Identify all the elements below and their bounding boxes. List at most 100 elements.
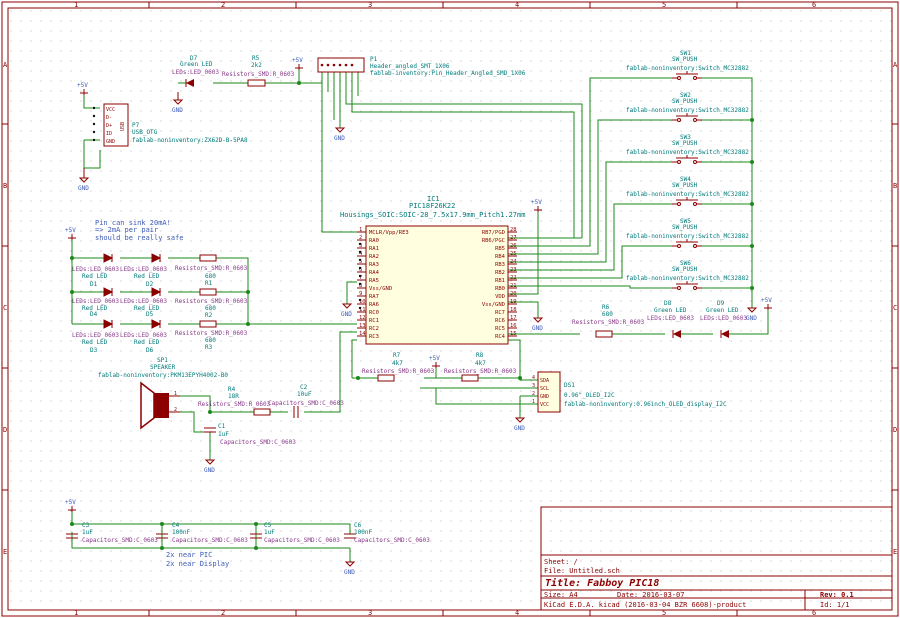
d8-value: Green LED	[654, 307, 687, 314]
c6-ref: C6	[354, 522, 362, 529]
r6-value: 680	[602, 311, 613, 318]
ds1-pin-name: GND	[540, 394, 549, 400]
d3-ref: D3	[90, 347, 98, 354]
gnd-label: GND	[532, 325, 543, 332]
row-label: C	[893, 304, 897, 312]
col-label: 1	[74, 1, 78, 9]
cap-note: 2x near Display	[166, 560, 229, 568]
col-label: 1	[74, 609, 78, 617]
usb-pin-label: D-	[106, 115, 112, 121]
ds1-ref: DS1	[564, 382, 575, 389]
ds1-value: 0.96"_OLED_I2C	[564, 392, 615, 399]
row-label: E	[3, 548, 7, 556]
d9-footprint: LEDs:LED_0603	[700, 315, 747, 322]
power-5v-label: +5V	[77, 82, 88, 89]
ic1-pin-number: 12	[359, 315, 366, 321]
c3-ref: C3	[82, 522, 90, 529]
d2-value: Red LED	[134, 273, 160, 280]
r2-footprint: Resistors_SMD:R_0603	[175, 298, 248, 305]
switch-value: SW_PUSH	[672, 224, 698, 231]
ds1-footprint: fablab-noninventory:0.96inch_OLED_displa…	[564, 401, 727, 408]
col-label: 4	[515, 609, 519, 617]
ic1-pin-number: 2	[359, 235, 362, 241]
c2-ref: C2	[300, 384, 308, 391]
d9-value: Green LED	[706, 307, 739, 314]
d5-footprint: LEDs:LED_0603	[120, 298, 167, 305]
c2-value: 10uF	[297, 391, 312, 398]
ic1-pin-number: 17	[510, 315, 517, 321]
ic1-pin-name: RC1	[369, 318, 379, 324]
ic1-pin-name: MCLR/Vpp/RE3	[369, 230, 409, 236]
title-id: Id: 1/1	[820, 601, 850, 609]
gnd-label: GND	[172, 107, 183, 114]
no-connect-mark	[358, 274, 362, 278]
row-label: E	[893, 548, 897, 556]
ic1-pin-name: RB4	[495, 254, 506, 260]
c5-footprint: Capacitors_SMD:C_0603	[264, 537, 340, 544]
r3-ref: R3	[205, 344, 213, 351]
r2-value: 680	[205, 305, 216, 312]
ic1-pin-name: RC4	[495, 334, 506, 340]
power-5v-label: +5V	[292, 57, 303, 64]
p1-value: Header_angled_SMT_1X06	[370, 63, 450, 70]
r8-value: 4k7	[475, 360, 486, 367]
switch-footprint: fablab-noninventory:Switch_MC32882	[626, 107, 749, 114]
ic1-pin-name: RA4	[369, 270, 380, 276]
r4-ref: R4	[228, 386, 236, 393]
c5-ref: C5	[264, 522, 272, 529]
p1-footprint: fablab-inventory:Pin_Header_Angled_SMD_1…	[370, 70, 526, 77]
ic1-pin-number: 1	[359, 227, 362, 233]
d3-footprint: LEDs:LED_0603	[72, 332, 119, 339]
row-label: C	[3, 304, 7, 312]
schematic-sheet: 1 2 3 4 5 6 1 2 3 4 5 6 A B C D E A B C …	[0, 0, 900, 618]
ic1-pin-name: RA3	[369, 262, 379, 268]
switch-footprint: fablab-noninventory:Switch_MC32882	[626, 149, 749, 156]
p7-ref: P7	[132, 122, 140, 129]
ic1-pin-name: RA2	[369, 254, 379, 260]
d2-footprint: LEDs:LED_0603	[120, 266, 167, 273]
col-label: 3	[368, 1, 372, 9]
usb-connector-label: USB	[120, 122, 126, 131]
usb-pin-label: ID	[106, 131, 112, 137]
gnd-label: GND	[514, 425, 525, 432]
power-5v-label: +5V	[531, 199, 542, 206]
ic1-pin-number: 14	[359, 331, 366, 337]
no-connect-mark	[358, 306, 362, 310]
r1-ref: R1	[205, 280, 213, 287]
ds1-pin-name: VCC	[540, 402, 549, 408]
ic1-component: IC1 PIC18F26K22 Housings_SOIC:SOIC-28_7.…	[340, 195, 525, 345]
ic1-pin-name: RC6	[495, 318, 505, 324]
c6-footprint: Capacitors_SMD:C_0603	[354, 537, 430, 544]
r4-footprint: Resistors_SMD:R_0603	[198, 401, 271, 408]
d3-value: Red LED	[82, 339, 108, 346]
d4-footprint: LEDs:LED_0603	[72, 298, 119, 305]
sp1-footprint: fablab-noninventory:PKM13EPYH4002-B0	[98, 372, 228, 379]
ds1-pin-name: SCL	[540, 386, 549, 392]
switch-value: SW_PUSH	[672, 98, 698, 105]
c6-value: 100nF	[354, 529, 372, 536]
gnd-label: GND	[78, 185, 89, 192]
no-connect-mark	[358, 242, 362, 246]
col-label: 4	[515, 1, 519, 9]
switch-footprint: fablab-noninventory:Switch_MC32882	[626, 65, 749, 72]
switch-value: SW_PUSH	[672, 182, 698, 189]
sp1-pin-1: 1	[174, 391, 177, 397]
col-label: 2	[221, 609, 225, 617]
row-label: D	[3, 426, 7, 434]
switch-footprint: fablab-noninventory:Switch_MC32882	[626, 191, 749, 198]
c3-value: 1uF	[82, 529, 93, 536]
c1-value: 1uF	[218, 431, 229, 438]
r6-ref: R6	[602, 304, 610, 311]
c3-footprint: Capacitors_SMD:C_0603	[82, 537, 158, 544]
switch-value: SW_PUSH	[672, 140, 698, 147]
d6-ref: D6	[146, 347, 154, 354]
ds1-pin-num: 4	[532, 375, 535, 381]
power-5v-label: +5V	[761, 297, 772, 304]
gnd-label: GND	[334, 135, 345, 142]
ic1-pin-name: RC5	[495, 326, 505, 332]
no-connect-mark	[358, 282, 362, 286]
ic1-pin-name: RB5	[495, 246, 505, 252]
switch-value: SW_PUSH	[672, 266, 698, 273]
c2-footprint: Capacitors_SMD:C_0603	[268, 400, 344, 407]
col-label: 6	[812, 1, 816, 9]
